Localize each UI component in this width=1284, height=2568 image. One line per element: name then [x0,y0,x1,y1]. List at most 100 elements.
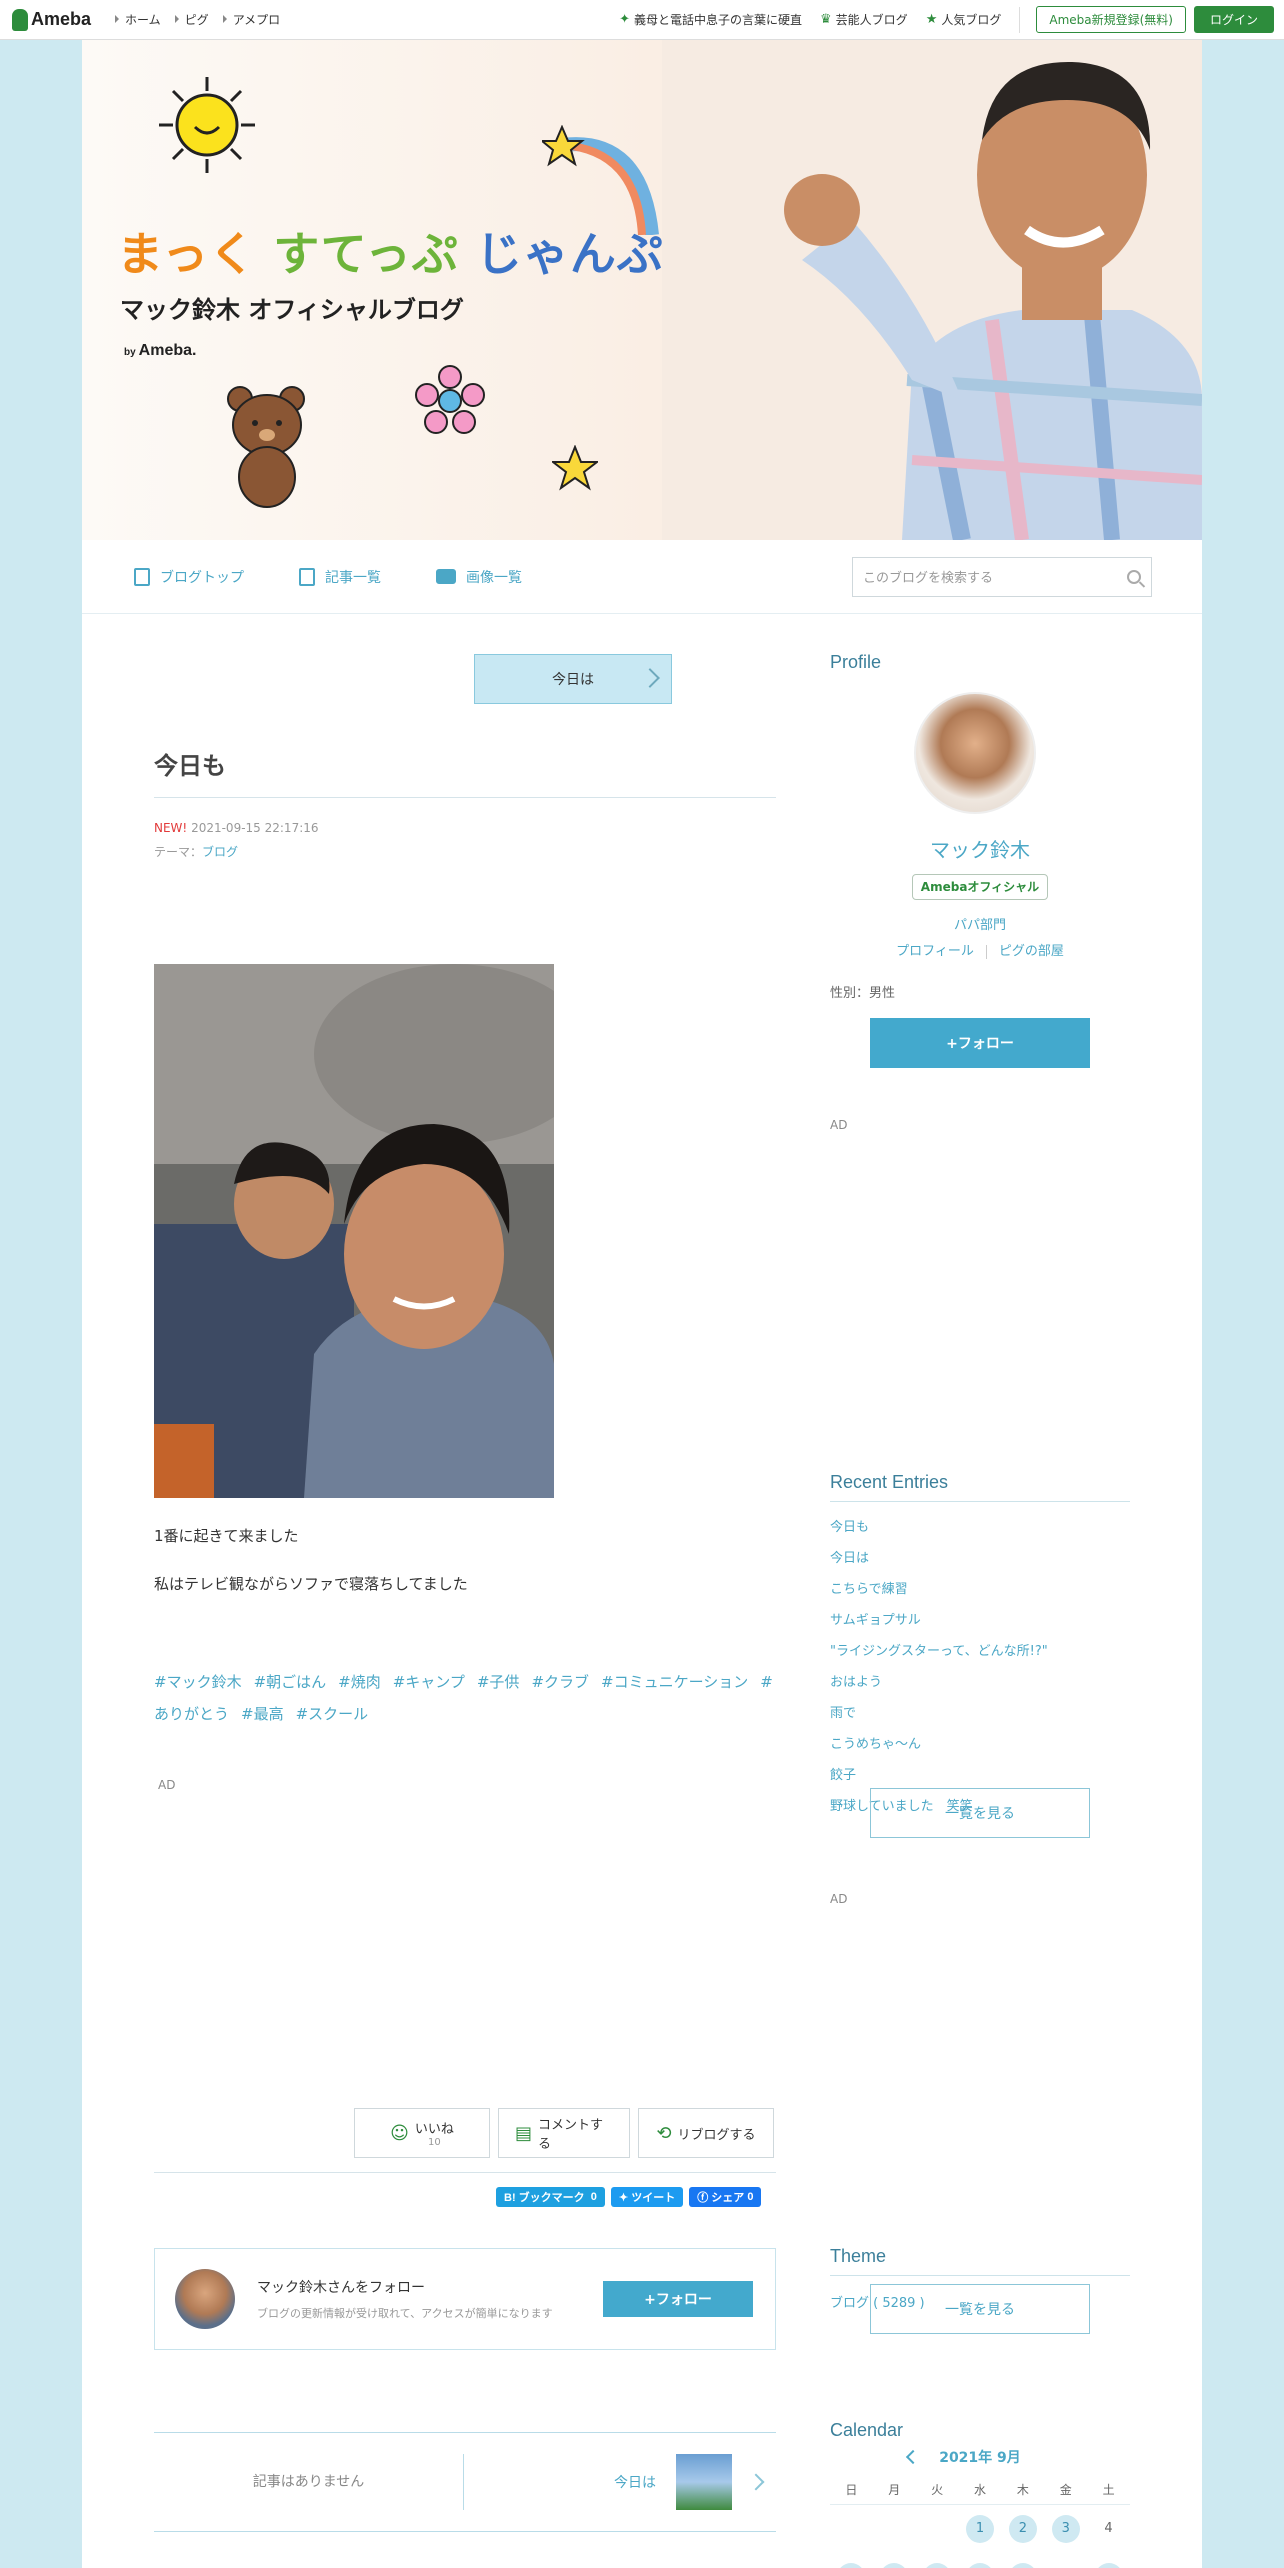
pigg-room-link[interactable]: ピグの部屋 [999,944,1064,959]
entry-body: 1番に起きて来ました 私はテレビ観ながらソファで寝落ちしてました [154,1527,468,1593]
next-entry-thumbnail [676,2454,732,2510]
calendar-day[interactable]: 1 [959,2505,1002,2553]
hashtag[interactable]: #子供 [477,1673,520,1691]
calendar-day[interactable]: 2 [1001,2505,1044,2553]
content-area: 今日は 今日も NEW! 2021-09-15 22:17:16 テーマ：ブログ… [82,40,1202,2568]
celebrity-blog-link[interactable]: ♛ 芸能人ブログ [820,11,908,28]
recent-entry-link[interactable]: こちらで練習 [830,1574,1130,1605]
profile-gender: 性別：男性 [830,986,896,1001]
recent-entry-link[interactable]: 餃子 [830,1760,1130,1791]
calendar: Calendar 2021年 9月 日 月 火 水 木 金 土 1 2 3 4 … [830,2420,1130,2568]
calendar-heading: Calendar [830,2420,904,2440]
global-header: Ameba ホーム ピグ アメプロ ✦ 義母と電話中息子の言葉に硬直 ♛ 芸能人ブロ… [0,0,1284,40]
profile-heading: Profile [830,652,882,672]
hashtag[interactable]: #焼肉 [338,1673,381,1691]
entry-datetime: 2021-09-15 22:17:16 [191,821,319,835]
comment-button[interactable]: ▤ コメントする [498,2108,630,2158]
ad-label: AD [830,1892,848,1906]
ameba-logo[interactable]: Ameba [12,8,91,31]
like-button[interactable]: ☺ いいね 10 [354,2108,490,2158]
login-button[interactable]: ログイン [1193,6,1274,33]
hashtag[interactable]: #朝ごはん [254,1673,327,1691]
calendar-day[interactable]: 3 [1044,2505,1087,2553]
recent-entries-heading: Recent Entries [830,1472,1130,1502]
recent-entry-link[interactable]: 今日も [830,1512,1130,1543]
nav-pigg[interactable]: ピグ [174,11,209,28]
follow-title: マック鈴木さんをフォロー [257,2280,425,2296]
calendar-month: 2021年 9月 [830,2447,1130,2469]
calendar-day[interactable]: 6 [873,2553,916,2568]
calendar-day[interactable]: 9 [1001,2553,1044,2568]
calendar-grid: 日 月 火 水 木 金 土 1 2 3 4 5 6 7 8 9 10 11 [830,2475,1130,2568]
share-buttons: B! ブックマーク 0 ✦ ツイート ⓕ シェア 0 [490,2187,762,2207]
recent-entry-link[interactable]: 今日は [830,1543,1130,1574]
crown-icon: ♛ [820,12,832,27]
calendar-day [873,2505,916,2553]
facebook-icon: ⓕ [697,2192,709,2204]
entry-pager: 記事はありません 今日は [154,2432,776,2532]
avatar [175,2269,235,2329]
recent-entry-link[interactable]: 雨で [830,1698,1130,1729]
pager-next[interactable]: 今日は [464,2454,776,2510]
profile-section: Profile [830,652,1130,681]
sidebar-follow-button[interactable]: +フォロー [870,1018,1090,1068]
hashtag[interactable]: #スクール [296,1705,369,1723]
entry-theme-link[interactable]: ブログ [202,845,238,859]
recent-entry-link[interactable]: おはよう [830,1667,1130,1698]
entry-photo[interactable] [154,964,554,1498]
follow-card: マック鈴木さんをフォロー ブログの更新情報が受け取れて、アクセスが簡単になります… [154,2248,776,2350]
global-nav: ホーム ピグ アメプロ [101,11,280,28]
hashtag[interactable]: #最高 [241,1705,284,1723]
chevron-right-icon [747,2473,765,2491]
recent-entry-link[interactable]: "ライジングスターって、どんな所!?" [830,1636,1130,1667]
divider [154,2172,776,2173]
divider [1019,6,1021,33]
calendar-day[interactable]: 8 [959,2553,1002,2568]
recent-entries: Recent Entries 今日も 今日は こちらで練習 サムギョプサル "ラ… [830,1472,1130,1822]
hashtag[interactable]: #キャンプ [393,1673,465,1691]
tweet-button[interactable]: ✦ ツイート [610,2187,684,2207]
star-icon: ★ [925,12,938,27]
facebook-share-button[interactable]: ⓕ シェア 0 [689,2187,762,2207]
profile-avatar[interactable] [914,692,1036,814]
hashtag[interactable]: #コミュニケーション [601,1673,748,1691]
calendar-day [830,2505,873,2553]
twitter-icon: ✦ [618,2191,629,2204]
calendar-day: 10 [1044,2553,1087,2568]
calendar-day: 4 [1104,2521,1113,2536]
calendar-day[interactable]: 7 [916,2553,959,2568]
nav-home[interactable]: ホーム [115,11,161,28]
popular-blog-link[interactable]: ★ 人気ブログ [926,11,1002,28]
theme-heading: Theme [830,2246,1130,2276]
hashtag[interactable]: #マック鈴木 [154,1673,242,1691]
profile-category[interactable]: パパ部門 [830,914,1130,933]
ad-label: AD [830,1118,848,1132]
nav-amepro[interactable]: アメプロ [222,11,280,28]
hashtag-list: #マック鈴木 #朝ごはん #焼肉 #キャンプ #子供 #クラブ #コミュニケーション #ありが… [154,1666,776,1730]
new-badge: NEW! [154,821,188,835]
pager-prev: 記事はありません [154,2454,464,2510]
hatena-bookmark-button[interactable]: B! ブックマーク 0 [496,2187,605,2207]
hashtag[interactable]: #クラブ [531,1673,589,1691]
chevron-right-icon [640,668,660,688]
official-badge: Amebaオフィシャル [912,874,1048,900]
profile-link[interactable]: プロフィール [896,944,974,959]
theme-more-button[interactable]: 一覧を見る [870,2284,1090,2334]
sparkle-icon: ✦ [619,12,630,27]
calendar-day[interactable]: 11 [1087,2553,1130,2568]
topic-link[interactable]: ✦ 義母と電話中息子の言葉に硬直 [619,11,802,28]
profile-name[interactable]: マック鈴木 [830,834,1130,863]
header-right: ✦ 義母と電話中息子の言葉に硬直 ♛ 芸能人ブログ ★ 人気ブログ Ameba新規登録… [619,6,1284,33]
recent-more-button[interactable]: 一覧を見る [870,1788,1090,1838]
recent-entry-link[interactable]: サムギョプサル [830,1605,1130,1636]
prev-entry-button[interactable]: 今日は [474,654,672,704]
entry-actions: ☺ いいね 10 ▤ コメントする ⟲ リブログする [354,2108,774,2158]
comment-icon: ▤ [515,2122,533,2144]
profile-links: プロフィール ピグの部屋 [830,940,1130,959]
calendar-day[interactable]: 5 [830,2553,873,2568]
recent-entry-link[interactable]: こうめちゃ〜ん [830,1729,1130,1760]
follow-button[interactable]: +フォロー [603,2281,753,2317]
register-button[interactable]: Ameba新規登録(無料) [1036,6,1186,33]
reblog-button[interactable]: ⟲ リブログする [638,2108,774,2158]
chevron-left-icon[interactable] [905,2449,921,2465]
